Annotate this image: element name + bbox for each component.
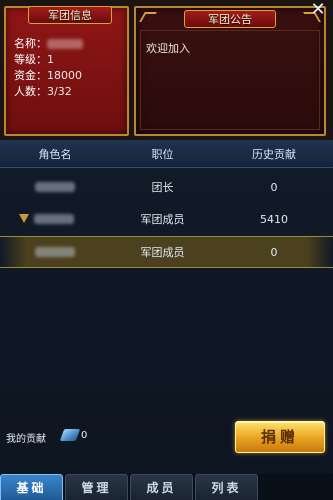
legion-window: 军团信息 名称： 等级： 1 资金： 18000 人数： 3/32 军团公告 欢… — [0, 0, 333, 500]
legion-info-panel: 军团信息 名称： 等级： 1 资金： 18000 人数： 3/32 — [4, 6, 129, 136]
member-position: 团长 — [151, 181, 174, 194]
member-name-blurred — [35, 182, 75, 192]
info-row-level: 等级： 1 — [14, 52, 83, 68]
header-name: 角色名 — [38, 147, 72, 161]
notice-text[interactable]: 欢迎加入 — [146, 40, 190, 56]
table-row[interactable]: 团长 0 — [0, 171, 333, 203]
ornament-left-icon — [139, 12, 157, 22]
member-contribution: 0 — [270, 180, 278, 194]
table-row[interactable]: 军团成员 5410 — [0, 203, 333, 235]
table-row-selected[interactable]: 军团成员 0 — [0, 236, 333, 268]
legion-name-blurred — [47, 39, 83, 49]
member-name-cell — [0, 247, 110, 257]
info-row-funds: 资金： 18000 — [14, 68, 83, 84]
my-contribution-value: 0 — [81, 430, 88, 441]
level-label: 等级： — [14, 53, 47, 66]
header-contribution: 历史贡献 — [252, 147, 296, 161]
bottom-tab-bar: 基础 管理 成员 列表 — [0, 474, 333, 500]
info-row-name: 名称： — [14, 36, 83, 52]
member-contribution: 5410 — [260, 212, 288, 226]
member-name-blurred — [34, 214, 74, 224]
level-value: 1 — [47, 53, 54, 66]
legion-notice-title: 军团公告 — [184, 10, 276, 28]
member-table: 角色名 职位 历史贡献 团长 0 军团成员 5410 军团成员 0 — [0, 138, 333, 400]
member-position: 军团成员 — [140, 213, 185, 226]
donate-button[interactable]: 捐赠 — [235, 421, 325, 453]
legion-notice-panel: 军团公告 欢迎加入 — [134, 6, 326, 136]
tab-list[interactable]: 列表 — [195, 474, 258, 500]
legion-info-title: 军团信息 — [28, 6, 112, 24]
gem-icon — [59, 429, 81, 441]
member-name-cell — [0, 182, 110, 192]
rank-badge-icon — [18, 213, 30, 225]
close-icon[interactable]: ✕ — [309, 1, 327, 20]
header-position: 职位 — [151, 147, 174, 161]
member-name-cell — [0, 213, 110, 225]
tab-members[interactable]: 成员 — [130, 474, 193, 500]
funds-label: 资金： — [14, 69, 47, 82]
legion-info-rows: 名称： 等级： 1 资金： 18000 人数： 3/32 — [14, 36, 83, 100]
members-label: 人数： — [14, 85, 47, 98]
top-frame: 军团信息 名称： 等级： 1 资金： 18000 人数： 3/32 军团公告 欢… — [0, 0, 333, 140]
name-label: 名称： — [14, 37, 47, 50]
member-contribution: 0 — [270, 245, 278, 259]
my-contribution-label: 我的贡献 — [6, 434, 46, 445]
table-header: 角色名 职位 历史贡献 — [0, 140, 333, 168]
tab-basic[interactable]: 基础 — [0, 474, 63, 500]
tab-manage[interactable]: 管理 — [65, 474, 128, 500]
members-value: 3/32 — [47, 85, 72, 98]
member-position: 军团成员 — [140, 246, 185, 259]
info-row-members: 人数： 3/32 — [14, 84, 83, 100]
member-name-blurred — [35, 247, 75, 257]
funds-value: 18000 — [47, 69, 82, 82]
contribution-bar: 我的贡献 0 捐赠 — [0, 418, 333, 454]
